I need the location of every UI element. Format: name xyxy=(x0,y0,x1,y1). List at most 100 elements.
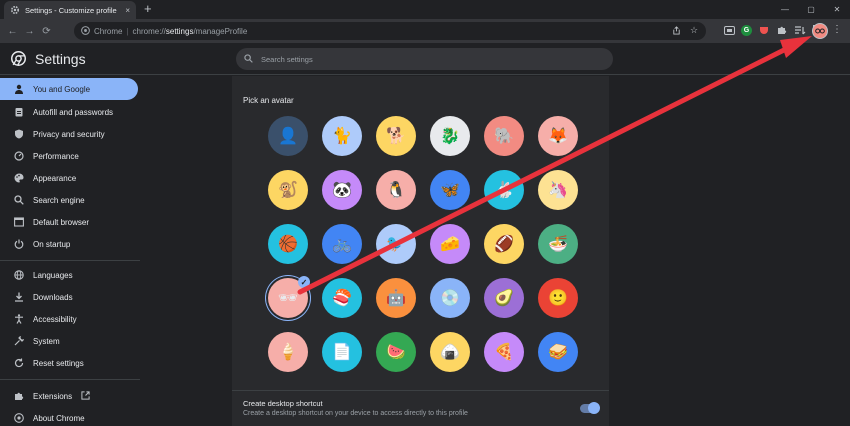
avatar-rabbit[interactable]: 🐇 xyxy=(484,170,524,210)
sidebar-item-label: Appearance xyxy=(33,173,77,183)
avatar-corgi[interactable]: 🐕 xyxy=(376,116,416,156)
sidebar-item-downloads[interactable]: Downloads xyxy=(0,286,138,308)
forward-button[interactable]: → xyxy=(21,22,38,40)
avatar-sunglasses[interactable]: 🕶 ✓ xyxy=(268,276,310,318)
sidebar-item-performance[interactable]: Performance xyxy=(0,145,138,167)
avatar-origami[interactable]: 📄 xyxy=(322,332,362,372)
sidebar-item-privacy[interactable]: Privacy and security xyxy=(0,123,138,145)
pick-avatar-heading: Pick an avatar xyxy=(243,96,294,105)
sidebar-item-label: Search engine xyxy=(33,195,85,205)
avatar-sandwich[interactable]: 🥪 xyxy=(538,332,578,372)
sidebar-item-search-engine[interactable]: Search engine xyxy=(0,189,138,211)
sidebar-item-you-and-google[interactable]: You and Google xyxy=(0,78,138,100)
avatar-smile[interactable]: 🙂 xyxy=(538,278,578,318)
puzzle-icon xyxy=(13,391,24,401)
chrome-site-icon xyxy=(81,25,90,37)
avatar-glyph: 🍜 xyxy=(548,236,568,253)
power-icon xyxy=(13,239,24,249)
person-icon xyxy=(13,84,24,94)
avatar-watermelon[interactable]: 🍉 xyxy=(376,332,416,372)
avatar-dragon[interactable]: 🐉 xyxy=(430,116,470,156)
avatar-bike[interactable]: 🚲 xyxy=(322,224,362,264)
avatar-cat[interactable]: 🐈 xyxy=(322,116,362,156)
sidebar-item-label: Autofill and passwords xyxy=(33,107,114,117)
settings-header: Settings xyxy=(0,43,850,75)
gear-icon xyxy=(10,5,20,15)
avatar-cheese[interactable]: 🧀 xyxy=(430,224,470,264)
avatar-basketball[interactable]: 🏀 xyxy=(268,224,308,264)
puzzle-icon[interactable] xyxy=(776,23,788,37)
avatar-glyph: 🏀 xyxy=(278,236,298,253)
sidebar-item-on-startup[interactable]: On startup xyxy=(0,233,138,255)
avatar-glyph: 🐧 xyxy=(386,182,406,199)
avatar-glyph: 🏈 xyxy=(494,236,514,253)
avatar-unicorn[interactable]: 🦄 xyxy=(538,170,578,210)
avatar-penguin[interactable]: 🐧 xyxy=(376,170,416,210)
avatar-glyph: 🦊 xyxy=(548,128,568,145)
tab-settings[interactable]: Settings - Customize profile × xyxy=(4,1,136,19)
close-window-button[interactable]: ✕ xyxy=(824,0,850,19)
back-button[interactable]: ← xyxy=(4,22,21,40)
avatar-glyph: 🍣 xyxy=(332,290,352,307)
avatar-glyph: 🐈 xyxy=(332,128,352,145)
avatar-onigiri[interactable]: 🍙 xyxy=(430,332,470,372)
share-icon[interactable] xyxy=(670,24,682,37)
sidebar-item-appearance[interactable]: Appearance xyxy=(0,167,138,189)
page-title: Settings xyxy=(35,51,86,67)
avatar-panda[interactable]: 🐼 xyxy=(322,170,362,210)
browser-window: Settings - Customize profile × + — ▢ ✕ ←… xyxy=(0,0,850,426)
avatar-ramen[interactable]: 🍜 xyxy=(538,224,578,264)
sidebar-item-about-chrome[interactable]: About Chrome xyxy=(0,407,138,426)
wrench-icon xyxy=(13,336,24,346)
avatar-sushi[interactable]: 🍣 xyxy=(322,278,362,318)
sidebar-item-reset[interactable]: Reset settings xyxy=(0,352,138,374)
sidebar-item-system[interactable]: System xyxy=(0,330,138,352)
address-bar[interactable]: Chrome | chrome://settings/manageProfile… xyxy=(74,22,706,40)
reading-list-icon[interactable] xyxy=(794,23,806,37)
new-tab-button[interactable]: + xyxy=(144,1,152,17)
avatar-glyph: 🐕 xyxy=(386,128,406,145)
maximize-button[interactable]: ▢ xyxy=(798,0,824,19)
shortcut-toggle-knob[interactable] xyxy=(588,402,600,414)
extension-video-icon[interactable] xyxy=(723,23,735,37)
profile-avatar-button[interactable] xyxy=(812,23,828,39)
grammarly-icon[interactable]: G xyxy=(741,24,752,36)
avatar-glyph: 🙂 xyxy=(548,290,568,307)
shield-icon xyxy=(13,129,24,139)
sidebar-item-default-browser[interactable]: Default browser xyxy=(0,211,138,233)
extension-pocket-icon[interactable] xyxy=(758,23,770,37)
sidebar-item-label: About Chrome xyxy=(33,413,85,423)
url-host: settings xyxy=(165,26,194,36)
avatar-glyph: 📄 xyxy=(332,344,352,361)
bookmark-star-icon[interactable]: ☆ xyxy=(688,24,700,37)
avatar-icecream[interactable]: 🍦 xyxy=(268,332,308,372)
avatar-elephant[interactable]: 🐘 xyxy=(484,116,524,156)
sidebar-item-label: System xyxy=(33,336,60,346)
sidebar-item-accessibility[interactable]: Accessibility xyxy=(0,308,138,330)
avatar-avocado[interactable]: 🥑 xyxy=(484,278,524,318)
sidebar-item-extensions[interactable]: Extensions xyxy=(0,385,138,407)
avatar-pizza[interactable]: 🍕 xyxy=(484,332,524,372)
sidebar-divider xyxy=(0,260,140,261)
avatar-football[interactable]: 🏈 xyxy=(484,224,524,264)
reload-button[interactable]: ⟳ xyxy=(38,22,55,40)
avatar-monkey[interactable]: 🐒 xyxy=(268,170,308,210)
sidebar-item-autofill[interactable]: Autofill and passwords xyxy=(0,101,138,123)
close-icon[interactable]: × xyxy=(125,6,130,15)
avatar-fox[interactable]: 🦊 xyxy=(538,116,578,156)
scrollbar[interactable] xyxy=(837,76,850,426)
sidebar-item-label: Performance xyxy=(33,151,79,161)
minimize-button[interactable]: — xyxy=(772,0,798,19)
site-name: Chrome xyxy=(94,26,123,36)
settings-search[interactable] xyxy=(236,48,613,70)
avatar-bird[interactable]: 🐦 xyxy=(376,224,416,264)
avatar-butterfly[interactable]: 🦋 xyxy=(430,170,470,210)
sidebar-item-label: You and Google xyxy=(33,84,91,94)
kebab-menu-icon[interactable]: ⋮ xyxy=(832,24,842,35)
sidebar-item-languages[interactable]: Languages xyxy=(0,264,138,286)
avatar-vinyl[interactable]: 💿 xyxy=(430,278,470,318)
search-input[interactable] xyxy=(261,54,591,64)
avatar-tamagotchi[interactable]: 🤖 xyxy=(376,278,416,318)
avatar-photo[interactable]: 👤 xyxy=(268,116,308,156)
avatar-glyph: 🦄 xyxy=(548,182,568,199)
